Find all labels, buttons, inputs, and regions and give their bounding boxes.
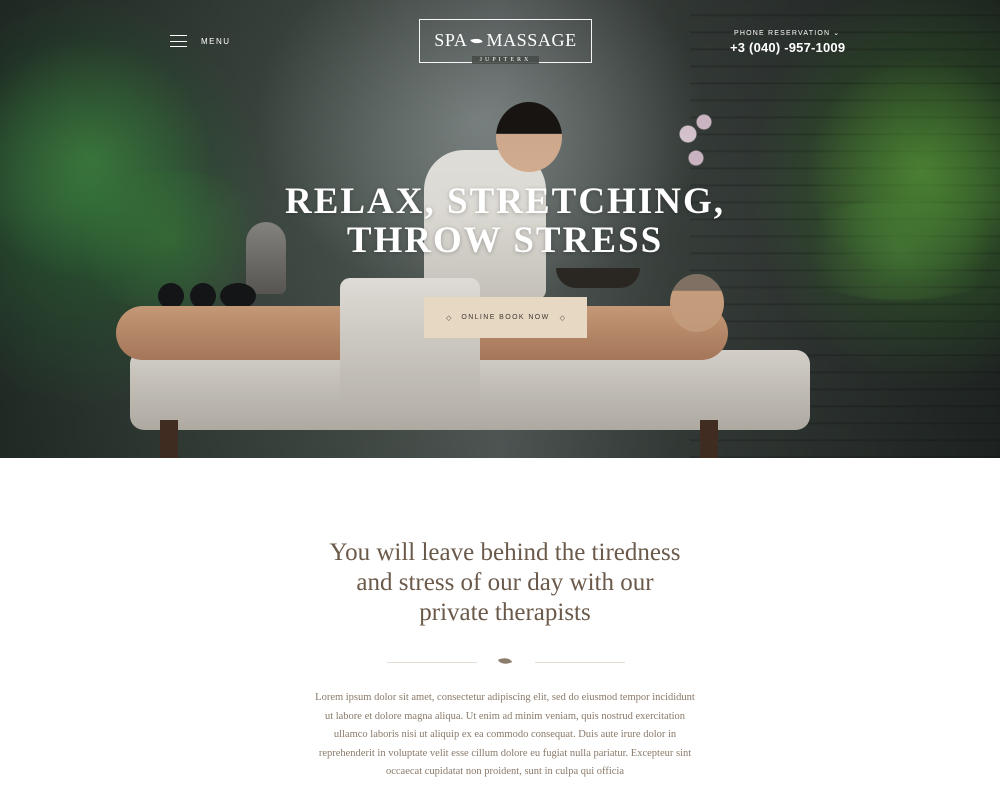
divider-line [535,662,625,663]
site-logo[interactable]: SPA MASSAGE JUPITERX [419,19,592,64]
diamond-icon: ◇ [559,313,566,322]
logo-text-massage: MASSAGE [486,30,577,50]
hero-title-line: RELAX, STRETCHING, [284,181,725,222]
hero-title: RELAX, STRETCHING, THROW STRESS [200,182,810,260]
divider-line [387,662,477,663]
logo-wordmark: SPA MASSAGE [420,30,591,51]
intro-heading-line: private therapists [419,599,591,626]
logo-subtitle: JUPITERX [420,56,591,64]
chevron-down-icon: ⌄ [833,30,841,37]
phone-label-row: PHONE RESERVATION ⌄ [730,29,845,38]
phone-number[interactable]: +3 (040) -957-1009 [730,40,845,55]
intro-heading-line: and stress of our day with our [356,569,654,596]
phone-label: PHONE RESERVATION [734,29,831,37]
hero-title-line: THROW STRESS [346,220,664,261]
book-button-label: ONLINE BOOK NOW [461,314,550,321]
phone-reservation[interactable]: PHONE RESERVATION ⌄ +3 (040) -957-1009 [730,29,845,56]
online-book-button[interactable]: ◇ ONLINE BOOK NOW ◇ [424,297,587,338]
section-divider [387,654,625,668]
logo-subtitle-text: JUPITERX [471,56,540,64]
menu-button[interactable]: MENU [170,35,231,47]
logo-text-spa: SPA [434,30,468,50]
intro-body-text: Lorem ipsum dolor sit amet, consectetur … [315,692,695,778]
intro-heading-line: You will leave behind the tiredness [329,539,681,566]
diamond-icon: ◇ [445,313,452,322]
intro-section: You will leave behind the tiredness and … [300,538,710,628]
intro-heading: You will leave behind the tiredness and … [300,538,710,628]
menu-label: MENU [201,36,231,46]
leaf-icon [497,654,513,668]
hamburger-icon [170,35,187,47]
leaf-icon [470,35,484,46]
